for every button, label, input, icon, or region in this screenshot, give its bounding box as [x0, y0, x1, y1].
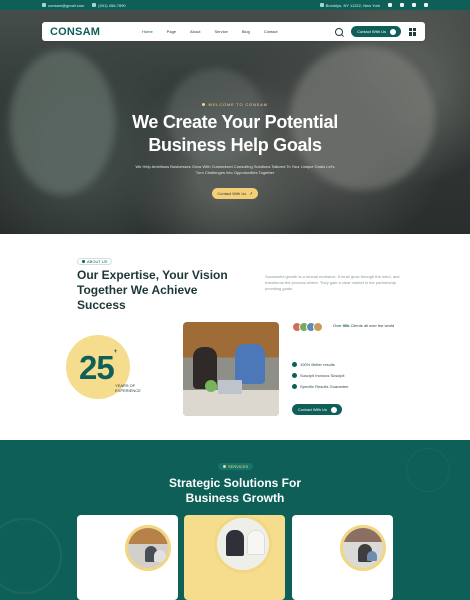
- nav-home[interactable]: Home: [142, 29, 153, 34]
- services-label: SERVICES: [218, 463, 254, 470]
- services-title: Strategic Solutions For Business Growth: [168, 476, 301, 505]
- client-avatars: [292, 322, 323, 332]
- hero-content: WELCOME TO CONSAM We Create Your Potenti…: [0, 93, 470, 199]
- hero-title: We Create Your Potential Business Help Go…: [132, 112, 338, 155]
- arrow-icon: [390, 28, 396, 35]
- eyebrow-dot-icon: [202, 103, 206, 106]
- nav-blog[interactable]: Blog: [242, 29, 250, 34]
- location-icon: [319, 2, 324, 7]
- check-icon: [292, 384, 297, 389]
- service-card[interactable]: [184, 515, 285, 600]
- label-dot-icon: [82, 260, 85, 263]
- service-image: [125, 525, 171, 571]
- about-contact-button[interactable]: Contact With Us: [292, 404, 342, 415]
- x-icon[interactable]: [424, 3, 428, 7]
- pinterest-icon[interactable]: [412, 3, 416, 7]
- nav-contact[interactable]: Contact: [264, 29, 278, 34]
- team-photo: [183, 322, 279, 416]
- location-item: Brooklyn, NY 11222, New York: [319, 2, 380, 8]
- nav-about[interactable]: About: [190, 29, 200, 34]
- avatar: [313, 322, 323, 332]
- services-section: SERVICES Strategic Solutions For Business…: [0, 440, 470, 600]
- hero-subtitle: We Help Ambitious Businesses Grow With C…: [135, 164, 335, 175]
- about-section: ABOUT US Our Expertise, Your Vision Toge…: [0, 234, 470, 440]
- check-icon: [292, 373, 297, 378]
- site-logo[interactable]: CONSAM: [50, 26, 112, 38]
- check-item: 100% Better results: [292, 362, 348, 367]
- hero-section: CONSAM Home Page About Service Blog Cont…: [0, 10, 470, 234]
- email-item[interactable]: consam@gmail.com: [42, 2, 84, 8]
- about-title: Our Expertise, Your Vision Together We A…: [77, 268, 228, 312]
- phone-icon: [92, 2, 97, 7]
- hero-contact-button[interactable]: Contact With Us ↗: [212, 188, 258, 199]
- experience-number: 25+: [79, 349, 117, 386]
- nav-page[interactable]: Page: [167, 29, 176, 34]
- navbar-actions: Contact With Us: [335, 26, 417, 37]
- about-description: Successful growth is a mutual endeavor. …: [265, 274, 400, 291]
- check-item: Specific Results Guarantee: [292, 384, 348, 389]
- label-dot-icon: [223, 465, 226, 468]
- hero-eyebrow: WELCOME TO CONSAM: [202, 102, 267, 107]
- main-navbar: CONSAM Home Page About Service Blog Cont…: [42, 22, 425, 41]
- clients-stat: Over 90k Clients all over the world: [333, 323, 395, 328]
- feature-checklist: 100% Better results Suscipit rhoncus Sus…: [292, 362, 348, 395]
- contact-cta-button[interactable]: Contact With Us: [351, 26, 401, 37]
- nav-service[interactable]: Service: [214, 29, 227, 34]
- experience-counter: 25+ YEARS OF EXPERIENCE: [66, 335, 152, 410]
- arrow-icon: ↗: [249, 191, 253, 196]
- service-image: [214, 515, 272, 573]
- check-item: Suscipit rhoncus Suscipit: [292, 373, 348, 378]
- check-icon: [292, 362, 297, 367]
- experience-label: YEARS OF EXPERIENCE: [115, 383, 141, 394]
- main-menu: Home Page About Service Blog Contact: [142, 29, 278, 34]
- about-label: ABOUT US: [77, 258, 113, 265]
- search-icon[interactable]: [335, 27, 344, 36]
- service-card[interactable]: [292, 515, 393, 600]
- facebook-icon[interactable]: [400, 3, 404, 7]
- service-card[interactable]: [77, 515, 178, 600]
- menu-grid-icon[interactable]: [409, 27, 417, 36]
- phone-item[interactable]: (001) 456-7890: [92, 2, 126, 8]
- mail-icon: [42, 2, 46, 7]
- linkedin-icon[interactable]: [388, 3, 392, 7]
- service-image: [340, 525, 386, 571]
- top-contact-bar: consam@gmail.com (001) 456-7890 Brooklyn…: [0, 0, 470, 10]
- arrow-icon: [330, 406, 337, 413]
